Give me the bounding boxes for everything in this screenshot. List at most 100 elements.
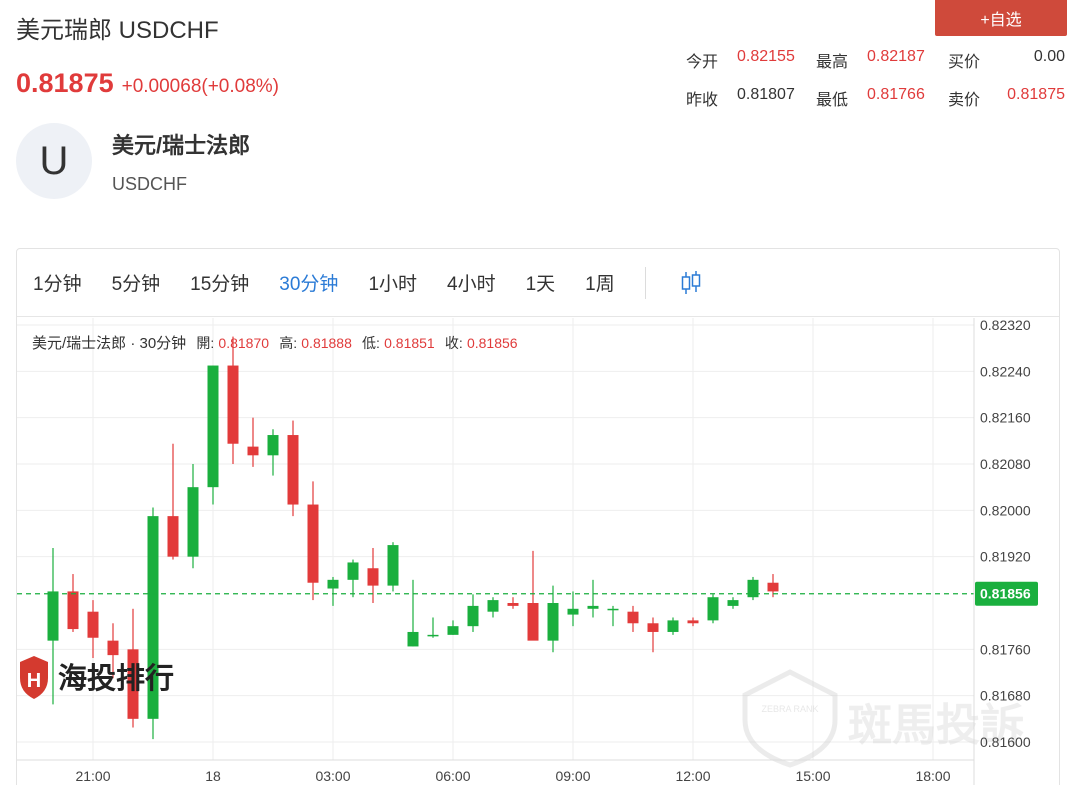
- candle-body: [247, 446, 259, 456]
- candle-body: [167, 516, 179, 557]
- candle: [647, 617, 659, 653]
- candle: [207, 365, 219, 505]
- candle-body: [547, 603, 559, 641]
- legend-high-value: 0.81888: [301, 335, 352, 351]
- legend-open-label: 開:: [196, 335, 215, 351]
- legend-open-value: 0.81870: [218, 335, 270, 351]
- candle-body: [747, 579, 759, 598]
- candle: [267, 429, 279, 476]
- watermark-left-text: 海投排行: [58, 661, 174, 695]
- candle: [507, 597, 519, 609]
- y-tick-label: 0.81680: [980, 688, 1031, 704]
- y-tick-label: 0.82160: [980, 410, 1031, 426]
- candle-body: [287, 435, 299, 505]
- y-tick-label: 0.82320: [980, 317, 1031, 333]
- candle-body: [407, 631, 419, 647]
- x-tick-label: 09:00: [555, 768, 590, 784]
- current-price-tag-label: 0.81856: [980, 586, 1031, 602]
- candle-body: [207, 365, 219, 488]
- candle-body: [87, 611, 99, 638]
- candlestick-chart[interactable]: ZEBRA RANK 斑馬投訴 H 海投排行 0.81856 0.82320 0.…: [0, 0, 1068, 785]
- candle: [467, 594, 479, 632]
- x-tick-label: 03:00: [315, 768, 350, 784]
- x-tick-label: 15:00: [795, 768, 830, 784]
- candle: [47, 547, 59, 705]
- candle-body: [47, 591, 59, 641]
- candle: [707, 594, 719, 624]
- candle: [687, 617, 699, 627]
- candle: [227, 336, 239, 464]
- candle: [747, 576, 759, 601]
- x-tick-label: 18:00: [915, 768, 950, 784]
- candle: [607, 605, 619, 627]
- candle: [307, 481, 319, 601]
- candle-body: [347, 562, 359, 580]
- legend-high-label: 高:: [279, 335, 298, 351]
- x-tick-label: 06:00: [435, 768, 470, 784]
- candle-body: [667, 620, 679, 632]
- watermark-badge-text: ZEBRA RANK: [761, 704, 818, 714]
- x-tick-label: 21:00: [75, 768, 110, 784]
- candle-body: [507, 603, 519, 606]
- legend-low-label: 低:: [362, 335, 380, 351]
- candle-body: [187, 487, 199, 557]
- x-tick-label: 12:00: [675, 768, 710, 784]
- candle: [487, 597, 499, 618]
- legend-close-value: 0.81856: [466, 335, 518, 351]
- candle: [587, 579, 599, 618]
- candle-body: [687, 620, 699, 624]
- candle-body: [627, 611, 639, 624]
- zebra-watermark: ZEBRA RANK 斑馬投訴: [742, 669, 1024, 768]
- watermark-logo-letter: H: [27, 670, 41, 692]
- candle: [527, 550, 539, 641]
- y-tick-label: 0.81600: [980, 734, 1031, 750]
- candle: [147, 507, 159, 740]
- y-tick-label: 0.82240: [980, 363, 1031, 379]
- legend-series-name: 美元/瑞士法郎 · 30分钟: [32, 335, 187, 352]
- candle-body: [527, 603, 539, 641]
- candle-body: [427, 634, 439, 637]
- ohlc-legend: 美元/瑞士法郎 · 30分钟 開: 0.81870 高: 0.81888 低: …: [32, 332, 518, 353]
- candle: [407, 579, 419, 647]
- candle: [247, 417, 259, 467]
- candle: [327, 576, 339, 606]
- candle-body: [647, 623, 659, 632]
- candle-body: [587, 605, 599, 609]
- candle: [387, 542, 399, 592]
- candle-body: [487, 600, 499, 612]
- candle: [287, 420, 299, 517]
- candle-body: [67, 591, 79, 630]
- haitou-watermark: H 海投排行: [20, 656, 174, 699]
- candle-body: [447, 626, 459, 635]
- candle: [167, 443, 179, 560]
- candle-body: [607, 608, 619, 611]
- candle-body: [107, 640, 119, 656]
- legend-low-value: 0.81851: [384, 335, 435, 351]
- candle-body: [227, 365, 239, 444]
- x-tick-label: 18: [205, 768, 221, 784]
- candle-body: [707, 597, 719, 621]
- candle: [567, 591, 579, 627]
- y-tick-label: 0.82080: [980, 456, 1031, 472]
- candle: [187, 464, 199, 569]
- candle-body: [367, 568, 379, 586]
- legend-close-label: 收:: [444, 335, 463, 351]
- candle: [67, 574, 79, 632]
- candle-body: [567, 608, 579, 615]
- candle: [667, 617, 679, 635]
- candle: [447, 620, 459, 635]
- y-tick-label: 0.81920: [980, 549, 1031, 565]
- candle: [427, 617, 439, 638]
- candle: [547, 585, 559, 653]
- candle-body: [327, 579, 339, 589]
- y-tick-label: 0.82000: [980, 502, 1031, 518]
- candle: [347, 559, 359, 598]
- candle-body: [267, 435, 279, 456]
- candle-body: [767, 582, 779, 592]
- candle: [727, 597, 739, 609]
- candle-body: [307, 504, 319, 583]
- candle-body: [727, 600, 739, 606]
- y-tick-label: 0.81760: [980, 641, 1031, 657]
- candle: [627, 605, 639, 632]
- candle-body: [387, 545, 399, 586]
